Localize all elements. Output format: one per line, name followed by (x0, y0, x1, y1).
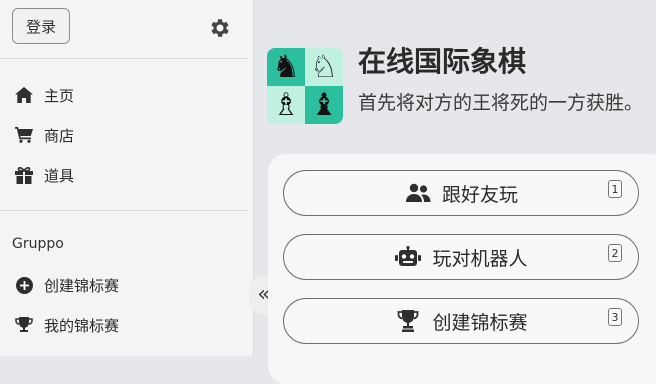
sidebar-item-shop[interactable]: 商店 (14, 123, 74, 147)
users-icon (404, 181, 432, 205)
gift-icon (14, 166, 34, 184)
sidebar-item-items[interactable]: 道具 (14, 163, 74, 187)
page-title: 在线国际象棋 (358, 45, 527, 78)
login-button[interactable]: 登录 (12, 8, 70, 44)
sidebar-divider (0, 58, 248, 59)
trophy-icon (394, 309, 422, 333)
robot-icon (394, 245, 422, 269)
sidebar: 登录 主页 商店 道具 Gruppo 创建锦标赛 我的锦标赛 (0, 0, 254, 356)
shortcut-key: 3 (608, 308, 622, 326)
shortcut-key: 2 (608, 244, 622, 262)
logo-bishop-white: ♗ (267, 86, 305, 124)
logo-knight-white: ♘ (305, 48, 343, 86)
sidebar-item-create-tournament[interactable]: 创建锦标赛 (14, 273, 119, 297)
play-with-friend-button[interactable]: 跟好友玩 1 (283, 170, 639, 216)
sidebar-item-home[interactable]: 主页 (14, 83, 74, 107)
create-tournament-button[interactable]: 创建锦标赛 3 (283, 298, 639, 344)
sidebar-item-label: 我的锦标赛 (44, 316, 120, 335)
sidebar-section-title: Gruppo (12, 236, 64, 252)
logo-bishop-black: ♝ (305, 86, 343, 124)
home-icon (14, 86, 34, 104)
play-option-label: 玩对机器人 (432, 247, 528, 270)
sidebar-item-my-tournaments[interactable]: 我的锦标赛 (14, 313, 119, 337)
trophy-icon (14, 316, 34, 334)
shortcut-key: 1 (608, 180, 622, 198)
play-option-label: 创建锦标赛 (432, 311, 528, 334)
cart-icon (14, 126, 34, 144)
sidebar-item-label: 创建锦标赛 (44, 276, 120, 295)
sidebar-divider (0, 210, 248, 211)
play-vs-bot-button[interactable]: 玩对机器人 2 (283, 234, 639, 280)
page-subtitle: 首先将对方的王将死的一方获胜。 (358, 92, 644, 114)
play-option-label: 跟好友玩 (441, 183, 518, 206)
gear-icon[interactable] (208, 16, 232, 40)
sidebar-item-label: 主页 (44, 86, 75, 105)
sidebar-item-label: 道具 (44, 166, 75, 185)
chess-logo: ♞ ♘ ♗ ♝ (267, 48, 343, 124)
plus-circle-icon (14, 276, 34, 294)
sidebar-item-label: 商店 (44, 126, 75, 145)
logo-knight-black: ♞ (267, 48, 305, 86)
